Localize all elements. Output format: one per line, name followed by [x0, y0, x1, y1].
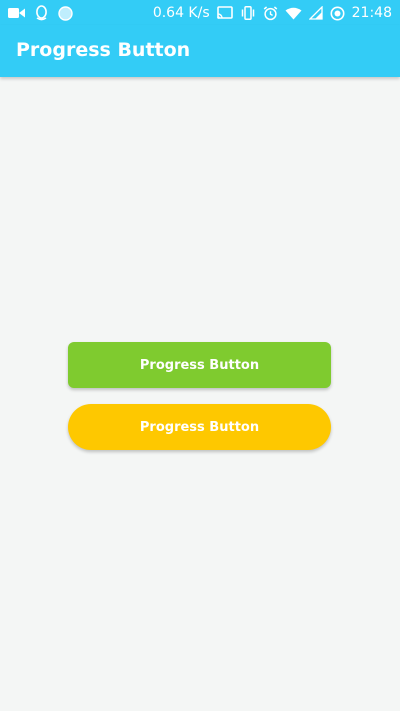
signal-icon: [308, 6, 323, 20]
progress-button-green-label: Progress Button: [139, 357, 260, 373]
status-bar-right: 0.64 K/s 21:48: [153, 3, 392, 23]
qq-penguin-icon: [35, 5, 48, 21]
round-app-icon: [58, 5, 73, 21]
progress-button-green[interactable]: Progress Button: [68, 342, 331, 388]
wifi-icon: [285, 7, 302, 20]
main-content: Progress Button Progress Button: [0, 77, 400, 711]
record-icon: [330, 6, 345, 21]
progress-button-yellow-label: Progress Button: [139, 419, 260, 435]
network-speed: 0.64 K/s: [152, 5, 210, 21]
page-title: Progress Button: [16, 39, 191, 61]
video-camera-icon: [8, 7, 25, 19]
clock: 21:48: [351, 5, 392, 21]
status-bar: 0.64 K/s 21:48: [0, 0, 400, 25]
alarm-icon: [263, 5, 278, 21]
cast-icon: [216, 6, 233, 20]
vibrate-icon: [240, 6, 256, 20]
progress-button-yellow[interactable]: Progress Button: [68, 404, 331, 450]
status-bar-left: [8, 3, 73, 23]
app-bar: Progress Button: [0, 25, 400, 77]
